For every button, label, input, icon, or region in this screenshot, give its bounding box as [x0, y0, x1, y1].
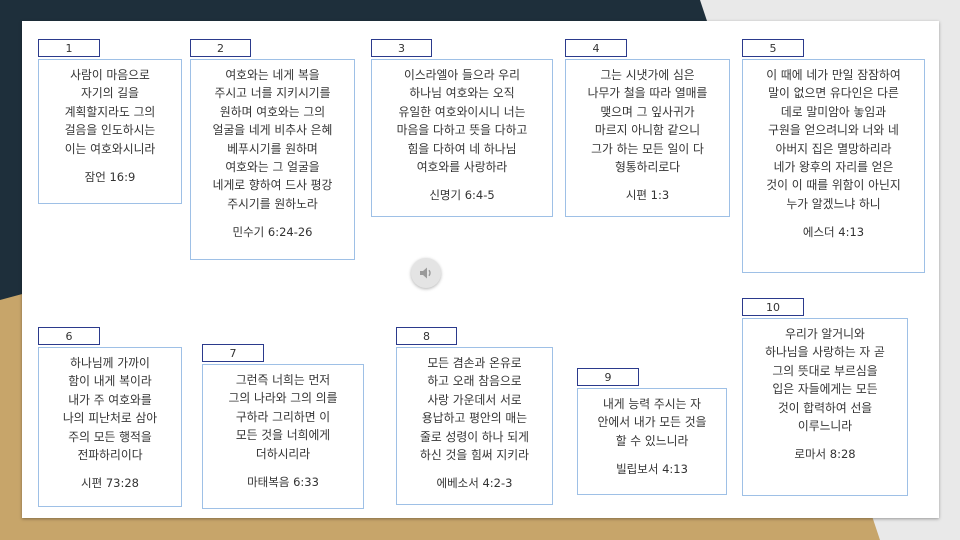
card-number-7: 7: [202, 344, 264, 362]
verse-text: 하나님께 가까이 함이 내게 복이라 내가 주 여호와를 나의 피난처로 삼아 …: [62, 356, 158, 463]
verse-reference: 시편 1:3: [625, 188, 670, 203]
card-number-8: 8: [396, 327, 457, 345]
verse-card-7[interactable]: 그런즉 너희는 먼저 그의 나라와 그의 의를 구하라 그리하면 이 모든 것을…: [202, 364, 364, 509]
verse-card-6[interactable]: 하나님께 가까이 함이 내게 복이라 내가 주 여호와를 나의 피난처로 삼아 …: [38, 347, 182, 507]
verse-reference: 시편 73:28: [81, 476, 139, 491]
verse-text: 모든 겸손과 온유로 하고 오래 참음으로 사랑 가운데서 서로 용납하고 평안…: [420, 356, 529, 463]
card-number-3: 3: [371, 39, 432, 57]
verse-reference: 에베소서 4:2-3: [436, 476, 513, 491]
verse-text: 이스라엘아 들으라 우리 하나님 여호와는 오직 유일한 여호와이시니 너는 마…: [396, 68, 528, 175]
verse-text: 그런즉 너희는 먼저 그의 나라와 그의 의를 구하라 그리하면 이 모든 것을…: [228, 373, 338, 461]
speaker-icon: [420, 267, 431, 279]
verse-reference: 빌립보서 4:13: [616, 462, 688, 477]
card-number-6: 6: [38, 327, 100, 345]
verse-reference: 마태복음 6:33: [247, 475, 319, 490]
verse-card-10[interactable]: 우리가 알거니와 하나님을 사랑하는 자 곧 그의 뜻대로 부르심을 입은 자들…: [742, 318, 908, 496]
verse-card-2[interactable]: 여호와는 네게 복을 주시고 너를 지키시기를 원하며 여호와는 그의 얼굴을 …: [190, 59, 355, 260]
card-number-1: 1: [38, 39, 100, 57]
verse-card-5[interactable]: 이 때에 네가 만일 잠잠하여 말이 없으면 유다인은 다른 데로 말미암아 놓…: [742, 59, 925, 273]
verse-card-1[interactable]: 사람이 마음으로 자기의 길을 계획할지라도 그의 걸음을 인도하시는 이는 여…: [38, 59, 182, 204]
slide-canvas: 1 사람이 마음으로 자기의 길을 계획할지라도 그의 걸음을 인도하시는 이는…: [22, 21, 939, 518]
verse-reference: 로마서 8:28: [794, 447, 856, 462]
card-number-5: 5: [742, 39, 804, 57]
verse-text: 그는 시냇가에 심은 나무가 철을 따라 열매를 맺으며 그 잎사귀가 마르지 …: [587, 68, 708, 175]
card-number-2: 2: [190, 39, 251, 57]
verse-card-9[interactable]: 내게 능력 주시는 자 안에서 내가 모든 것을 할 수 있느니라 빌립보서 4…: [577, 388, 727, 495]
verse-card-3[interactable]: 이스라엘아 들으라 우리 하나님 여호와는 오직 유일한 여호와이시니 너는 마…: [371, 59, 553, 217]
card-number-9: 9: [577, 368, 639, 386]
verse-reference: 민수기 6:24-26: [232, 225, 313, 240]
verse-reference: 신명기 6:4-5: [429, 188, 495, 203]
card-number-4: 4: [565, 39, 627, 57]
verse-reference: 잠언 16:9: [84, 170, 136, 185]
verse-text: 우리가 알거니와 하나님을 사랑하는 자 곧 그의 뜻대로 부르심을 입은 자들…: [765, 327, 885, 434]
verse-text: 내게 능력 주시는 자 안에서 내가 모든 것을 할 수 있느니라: [597, 397, 707, 448]
verse-text: 여호와는 네게 복을 주시고 너를 지키시기를 원하며 여호와는 그의 얼굴을 …: [212, 68, 333, 211]
verse-reference: 에스더 4:13: [802, 225, 865, 240]
audio-speaker-button[interactable]: [411, 258, 441, 288]
verse-card-4[interactable]: 그는 시냇가에 심은 나무가 철을 따라 열매를 맺으며 그 잎사귀가 마르지 …: [565, 59, 730, 217]
verse-text: 이 때에 네가 만일 잠잠하여 말이 없으면 유다인은 다른 데로 말미암아 놓…: [766, 68, 901, 211]
card-number-10: 10: [742, 298, 804, 316]
verse-card-8[interactable]: 모든 겸손과 온유로 하고 오래 참음으로 사랑 가운데서 서로 용납하고 평안…: [396, 347, 553, 505]
verse-text: 사람이 마음으로 자기의 길을 계획할지라도 그의 걸음을 인도하시는 이는 여…: [64, 68, 156, 156]
